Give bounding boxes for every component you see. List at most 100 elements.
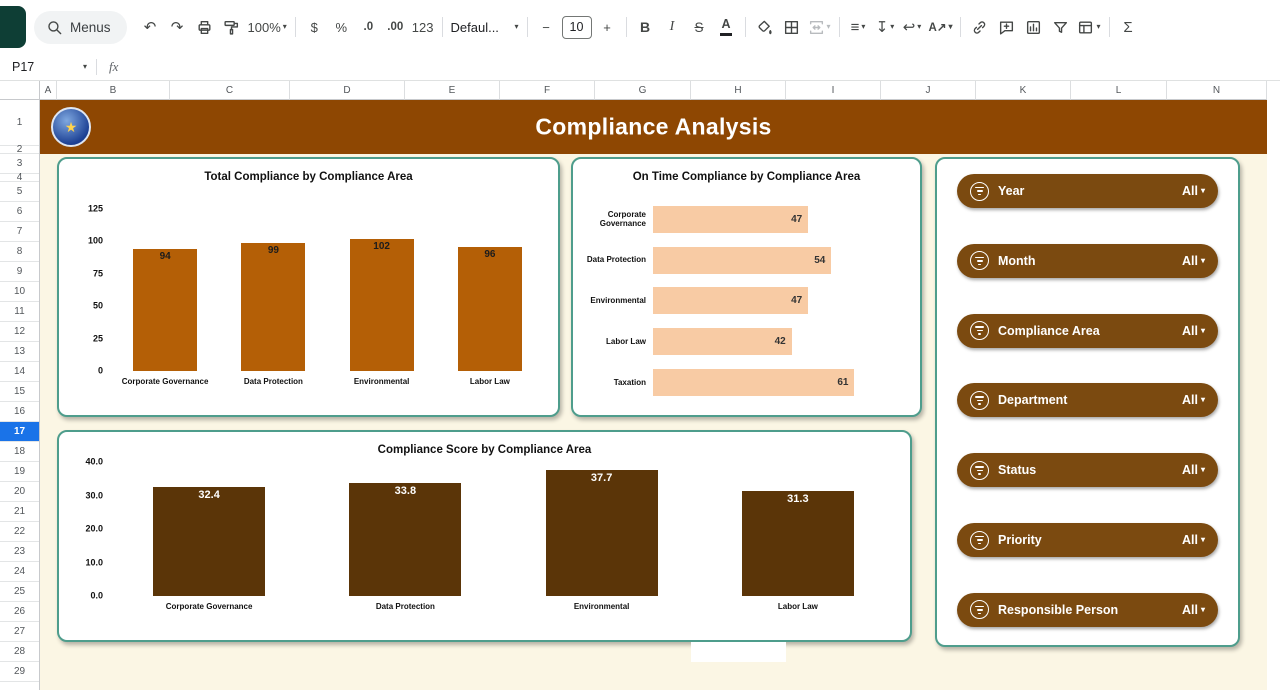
functions-button[interactable]: Σ (1115, 14, 1142, 41)
formula-input[interactable] (132, 54, 1280, 80)
text-color-button[interactable]: A (713, 14, 740, 41)
vertical-align-button[interactable]: ↧▾ (872, 14, 899, 41)
slicer-value-dropdown[interactable]: All ▾ (1182, 603, 1205, 617)
row-header-1[interactable]: 1 (0, 100, 39, 146)
name-box[interactable]: P17 ▾ (0, 54, 96, 80)
slicer-year[interactable]: YearAll ▾ (957, 174, 1218, 208)
column-header-L[interactable]: L (1071, 81, 1167, 100)
slicer-value-dropdown[interactable]: All ▾ (1182, 393, 1205, 407)
row-header-14[interactable]: 14 (0, 362, 39, 382)
print-button[interactable] (191, 14, 218, 41)
column-header-K[interactable]: K (976, 81, 1071, 100)
slicer-department[interactable]: DepartmentAll ▾ (957, 383, 1218, 417)
row-header-24[interactable]: 24 (0, 562, 39, 582)
row-header-5[interactable]: 5 (0, 182, 39, 202)
column-header-J[interactable]: J (881, 81, 976, 100)
column-header-G[interactable]: G (595, 81, 691, 100)
column-header-N[interactable]: N (1167, 81, 1267, 100)
strikethrough-button[interactable]: S (686, 14, 713, 41)
row-header-12[interactable]: 12 (0, 322, 39, 342)
toolbar-separator (442, 17, 443, 37)
table-views-button[interactable]: ▾ (1074, 14, 1103, 41)
redo-button[interactable]: ↷ (164, 14, 191, 41)
row-header-25[interactable]: 25 (0, 582, 39, 602)
row-header-6[interactable]: 6 (0, 202, 39, 222)
row-header-16[interactable]: 16 (0, 402, 39, 422)
row-header-15[interactable]: 15 (0, 382, 39, 402)
row-header-13[interactable]: 13 (0, 342, 39, 362)
row-header-22[interactable]: 22 (0, 522, 39, 542)
row-header-2[interactable]: 2 (0, 146, 39, 154)
slicer-priority[interactable]: PriorityAll ▾ (957, 523, 1218, 557)
insert-link-button[interactable] (966, 14, 993, 41)
chart-card-on-time-compliance[interactable]: On Time Compliance by Compliance Area Co… (571, 157, 922, 417)
chart-card-total-compliance[interactable]: Total Compliance by Compliance Area 0255… (57, 157, 560, 417)
column-header-C[interactable]: C (170, 81, 290, 100)
increase-decimal-button[interactable]: .00 (382, 14, 409, 41)
horizontal-align-button[interactable]: ≡▾ (845, 14, 872, 41)
slicer-month[interactable]: MonthAll ▾ (957, 244, 1218, 278)
row-header-4[interactable]: 4 (0, 174, 39, 182)
row-header-18[interactable]: 18 (0, 442, 39, 462)
row-header-28[interactable]: 28 (0, 642, 39, 662)
column-header-D[interactable]: D (290, 81, 405, 100)
row-header-10[interactable]: 10 (0, 282, 39, 302)
slicer-status[interactable]: StatusAll ▾ (957, 453, 1218, 487)
row-header-23[interactable]: 23 (0, 542, 39, 562)
column-header-H[interactable]: H (691, 81, 786, 100)
row-header-21[interactable]: 21 (0, 502, 39, 522)
row-header-7[interactable]: 7 (0, 222, 39, 242)
text-rotation-button[interactable]: A↗▾ (926, 14, 956, 41)
slicer-value-dropdown[interactable]: All ▾ (1182, 254, 1205, 268)
slicer-responsible-person[interactable]: Responsible PersonAll ▾ (957, 593, 1218, 627)
row-header-29[interactable]: 29 (0, 662, 39, 682)
row-header-8[interactable]: 8 (0, 242, 39, 262)
more-formats-button[interactable]: 123 (409, 14, 437, 41)
slicer-label: Responsible Person (998, 603, 1182, 617)
row-header-9[interactable]: 9 (0, 262, 39, 282)
currency-format-button[interactable]: $ (301, 14, 328, 41)
borders-button[interactable] (778, 14, 805, 41)
increase-font-size-button[interactable]: + (594, 14, 621, 41)
column-header-A[interactable]: A (40, 81, 57, 100)
column-header-F[interactable]: F (500, 81, 595, 100)
zoom-control[interactable]: 100%▾ (245, 14, 290, 41)
column-header-E[interactable]: E (405, 81, 500, 100)
bold-button[interactable]: B (632, 14, 659, 41)
slicer-value-dropdown[interactable]: All ▾ (1182, 463, 1205, 477)
column-header-B[interactable]: B (57, 81, 170, 100)
chart-card-compliance-score[interactable]: Compliance Score by Compliance Area 0.01… (57, 430, 912, 642)
font-size-input[interactable]: 10 (562, 16, 592, 39)
row-header-11[interactable]: 11 (0, 302, 39, 322)
text-wrap-icon: ↩ (903, 18, 916, 36)
menus-button[interactable]: Menus (34, 11, 127, 44)
decrease-decimal-button[interactable]: .0 (355, 14, 382, 41)
undo-button[interactable]: ↶ (137, 14, 164, 41)
text-wrap-button[interactable]: ↩▾ (899, 14, 926, 41)
insert-chart-button[interactable] (1020, 14, 1047, 41)
row-header-20[interactable]: 20 (0, 482, 39, 502)
font-selector[interactable]: Defaul...▾ (448, 14, 522, 41)
slicer-value-dropdown[interactable]: All ▾ (1182, 324, 1205, 338)
create-filter-button[interactable] (1047, 14, 1074, 41)
row-header-3[interactable]: 3 (0, 154, 39, 174)
insert-comment-button[interactable] (993, 14, 1020, 41)
row-header-26[interactable]: 26 (0, 602, 39, 622)
merge-cells-button[interactable]: ▾ (805, 14, 834, 41)
filter-icon (970, 251, 989, 270)
slicer-compliance-area[interactable]: Compliance AreaAll ▾ (957, 314, 1218, 348)
slicer-value-dropdown[interactable]: All ▾ (1182, 533, 1205, 547)
row-header-17[interactable]: 17 (0, 422, 39, 442)
row-header-19[interactable]: 19 (0, 462, 39, 482)
grid[interactable]: ★ Compliance Analysis Total Compliance b… (40, 100, 1280, 690)
decrease-font-size-button[interactable]: − (533, 14, 560, 41)
paint-format-button[interactable] (218, 14, 245, 41)
slicer-value-dropdown[interactable]: All ▾ (1182, 184, 1205, 198)
column-header-I[interactable]: I (786, 81, 881, 100)
select-all-corner[interactable] (0, 81, 40, 100)
row-header-27[interactable]: 27 (0, 622, 39, 642)
highlighted-cell[interactable] (691, 642, 786, 662)
fill-color-button[interactable] (751, 14, 778, 41)
italic-button[interactable]: I (659, 14, 686, 41)
percent-format-button[interactable]: % (328, 14, 355, 41)
